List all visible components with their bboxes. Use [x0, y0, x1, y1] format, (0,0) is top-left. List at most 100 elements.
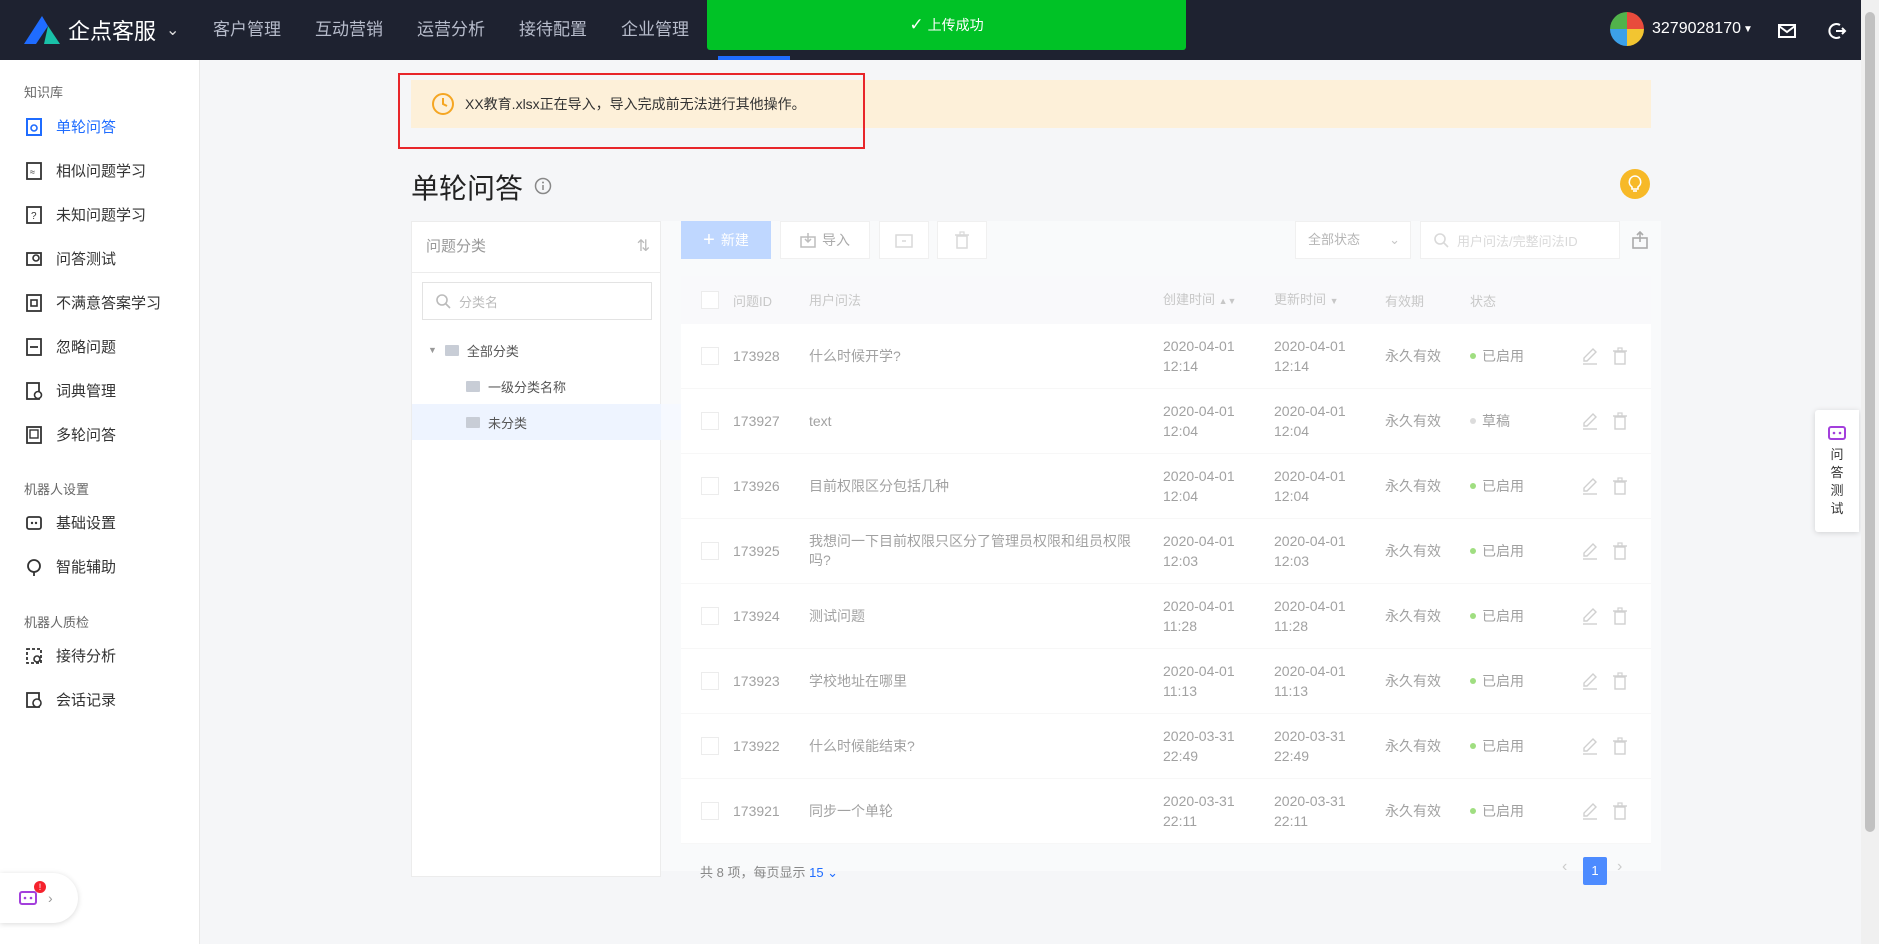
- updated-time: 2020-04-01 11:13: [1274, 661, 1385, 701]
- tree-item-all[interactable]: ▼ 全部分类: [412, 332, 676, 368]
- row-checkbox[interactable]: [701, 542, 719, 560]
- avatar[interactable]: [1610, 12, 1644, 46]
- table-row[interactable]: 173923 学校地址在哪里 2020-04-01 11:13 2020-04-01 11…: [681, 649, 1651, 714]
- page-1-button[interactable]: 1: [1583, 857, 1607, 885]
- trash-icon[interactable]: [1610, 606, 1630, 626]
- edit-icon[interactable]: [1580, 346, 1600, 366]
- check-icon: ✓: [909, 15, 924, 34]
- sidebar: 知识库 单轮问答 ≈ 相似问题学习 ? 未知问题学习 问答测试 不满意答案学习 …: [0, 60, 200, 944]
- created-date: 2020-04-01: [1163, 663, 1235, 679]
- session-records-icon: [24, 690, 44, 710]
- table-row[interactable]: 173927 text 2020-04-01 12:04 2020-04-01 12:04…: [681, 389, 1651, 454]
- sidebar-item-dictionary[interactable]: 词典管理: [24, 380, 116, 401]
- edit-icon[interactable]: [1580, 541, 1600, 561]
- sidebar-item-session-records[interactable]: 会话记录: [24, 689, 116, 710]
- qa-test-float-button[interactable]: 问答测试: [1815, 410, 1859, 532]
- trash-icon[interactable]: [1610, 476, 1630, 496]
- table-row[interactable]: 173924 测试问题 2020-04-01 11:28 2020-04-01 11:28…: [681, 584, 1651, 649]
- trash-icon[interactable]: [1610, 346, 1630, 366]
- user-menu[interactable]: 3279028170 ▼: [1610, 12, 1753, 46]
- created-date: 2020-04-01: [1163, 403, 1235, 419]
- next-page-icon[interactable]: ›: [1617, 858, 1622, 876]
- status-select[interactable]: 全部状态 ⌄: [1295, 221, 1411, 259]
- table-row[interactable]: 173925 我想问一下目前权限只区分了管理员权限和组员权限吗? 2020-04-0…: [681, 519, 1651, 584]
- logout-icon[interactable]: [1826, 20, 1848, 42]
- trash-icon[interactable]: [1610, 801, 1630, 821]
- new-button[interactable]: + 新建: [681, 221, 771, 259]
- row-checkbox[interactable]: [701, 607, 719, 625]
- table-row[interactable]: 173926 目前权限区分包括几种 2020-04-01 12:04 2020-04-0…: [681, 454, 1651, 519]
- updated-time: 2020-04-01 12:04: [1274, 466, 1385, 506]
- sidebar-item-qa-test[interactable]: 问答测试: [24, 248, 116, 269]
- sidebar-item-basic-settings[interactable]: 基础设置: [24, 512, 116, 533]
- trash-icon[interactable]: [1610, 736, 1630, 756]
- row-checkbox[interactable]: [701, 347, 719, 365]
- edit-icon[interactable]: [1580, 736, 1600, 756]
- sort-icon[interactable]: ⇅: [637, 222, 650, 272]
- nav-enterprise-management[interactable]: 企业管理: [604, 0, 706, 60]
- header-created[interactable]: 创建时间 ▲▼: [1163, 290, 1274, 311]
- row-checkbox[interactable]: [701, 412, 719, 430]
- user-id[interactable]: 3279028170: [1652, 20, 1741, 38]
- qa-test-float-label: 问答测试: [1830, 447, 1844, 516]
- row-checkbox[interactable]: [701, 477, 719, 495]
- info-icon[interactable]: [534, 177, 552, 195]
- nav-customer-management[interactable]: 客户管理: [196, 0, 298, 60]
- category-search-placeholder: 分类名: [459, 294, 499, 310]
- tree-item-level1[interactable]: 一级分类名称: [412, 368, 714, 404]
- question-search-input[interactable]: 用户问法/完整问法ID: [1420, 221, 1620, 259]
- main-nav: 客户管理 互动营销 运营分析 接待配置 企业管理: [196, 0, 706, 60]
- caret-down-icon[interactable]: ▼: [428, 345, 437, 355]
- sidebar-item-smart-assist[interactable]: 智能辅助: [24, 556, 116, 577]
- move-button[interactable]: [879, 221, 929, 259]
- sidebar-item-similar-learning[interactable]: ≈ 相似问题学习: [24, 160, 146, 181]
- row-checkbox[interactable]: [701, 672, 719, 690]
- tree-item-uncategorized[interactable]: 未分类: [412, 404, 714, 440]
- trash-icon[interactable]: [1610, 541, 1630, 561]
- trash-icon[interactable]: [1610, 671, 1630, 691]
- status-badge: 已启用: [1470, 801, 1580, 821]
- status-dot: [1470, 418, 1476, 424]
- question-id: 173924: [733, 608, 780, 624]
- category-search-input[interactable]: 分类名: [422, 282, 652, 320]
- folder-move-icon: [895, 234, 913, 248]
- page-size-select[interactable]: 15 ⌄: [809, 865, 838, 880]
- sidebar-item-unknown-learning[interactable]: ? 未知问题学习: [24, 204, 146, 225]
- robot-assistant-toggle[interactable]: ! ›: [0, 873, 78, 923]
- nav-interactive-marketing[interactable]: 互动营销: [298, 0, 400, 60]
- sidebar-item-unsatisfied-learning[interactable]: 不满意答案学习: [24, 292, 161, 313]
- header-updated[interactable]: 更新时间 ▼: [1274, 290, 1385, 311]
- edit-icon[interactable]: [1580, 411, 1600, 431]
- row-checkbox[interactable]: [701, 802, 719, 820]
- edit-icon[interactable]: [1580, 476, 1600, 496]
- select-all-checkbox[interactable]: [701, 291, 719, 309]
- row-checkbox[interactable]: [701, 737, 719, 755]
- chevron-down-icon[interactable]: ⌄: [166, 20, 179, 40]
- edit-icon[interactable]: [1580, 606, 1600, 626]
- edit-icon[interactable]: [1580, 671, 1600, 691]
- updated-date: 2020-04-01: [1274, 338, 1346, 354]
- expiry: 永久有效: [1385, 413, 1441, 429]
- sidebar-item-single-qa[interactable]: 单轮问答: [24, 116, 116, 137]
- sidebar-item-label: 不满意答案学习: [56, 295, 162, 312]
- nav-reception-config[interactable]: 接待配置: [502, 0, 604, 60]
- nav-operations-analysis[interactable]: 运营分析: [400, 0, 502, 60]
- user-question: 我想问一下目前权限只区分了管理员权限和组员权限吗?: [809, 533, 1131, 568]
- scrollbar-thumb[interactable]: [1865, 12, 1875, 832]
- export-icon[interactable]: [1631, 231, 1649, 249]
- caret-down-icon[interactable]: ▼: [1743, 24, 1753, 35]
- table-row[interactable]: 173928 什么时候开学? 2020-04-01 12:14 2020-04-01 12…: [681, 324, 1651, 389]
- sidebar-item-reception-analysis[interactable]: 接待分析: [24, 645, 116, 666]
- sidebar-item-multi-turn-qa[interactable]: 多轮问答: [24, 424, 116, 445]
- mail-icon[interactable]: [1776, 20, 1798, 42]
- import-button[interactable]: 导入: [780, 221, 870, 259]
- prev-page-icon[interactable]: ‹: [1562, 858, 1567, 876]
- app-logo[interactable]: 企点客服 ⌄: [22, 14, 179, 46]
- sidebar-item-ignored-questions[interactable]: 忽略问题: [24, 336, 116, 357]
- lightbulb-icon[interactable]: [1620, 169, 1650, 199]
- delete-button[interactable]: [937, 221, 987, 259]
- edit-icon[interactable]: [1580, 801, 1600, 821]
- table-row[interactable]: 173921 同步一个单轮 2020-03-31 22:11 2020-03-31 22:…: [681, 779, 1651, 844]
- trash-icon[interactable]: [1610, 411, 1630, 431]
- table-row[interactable]: 173922 什么时候能结束? 2020-03-31 22:49 2020-03-31 2…: [681, 714, 1651, 779]
